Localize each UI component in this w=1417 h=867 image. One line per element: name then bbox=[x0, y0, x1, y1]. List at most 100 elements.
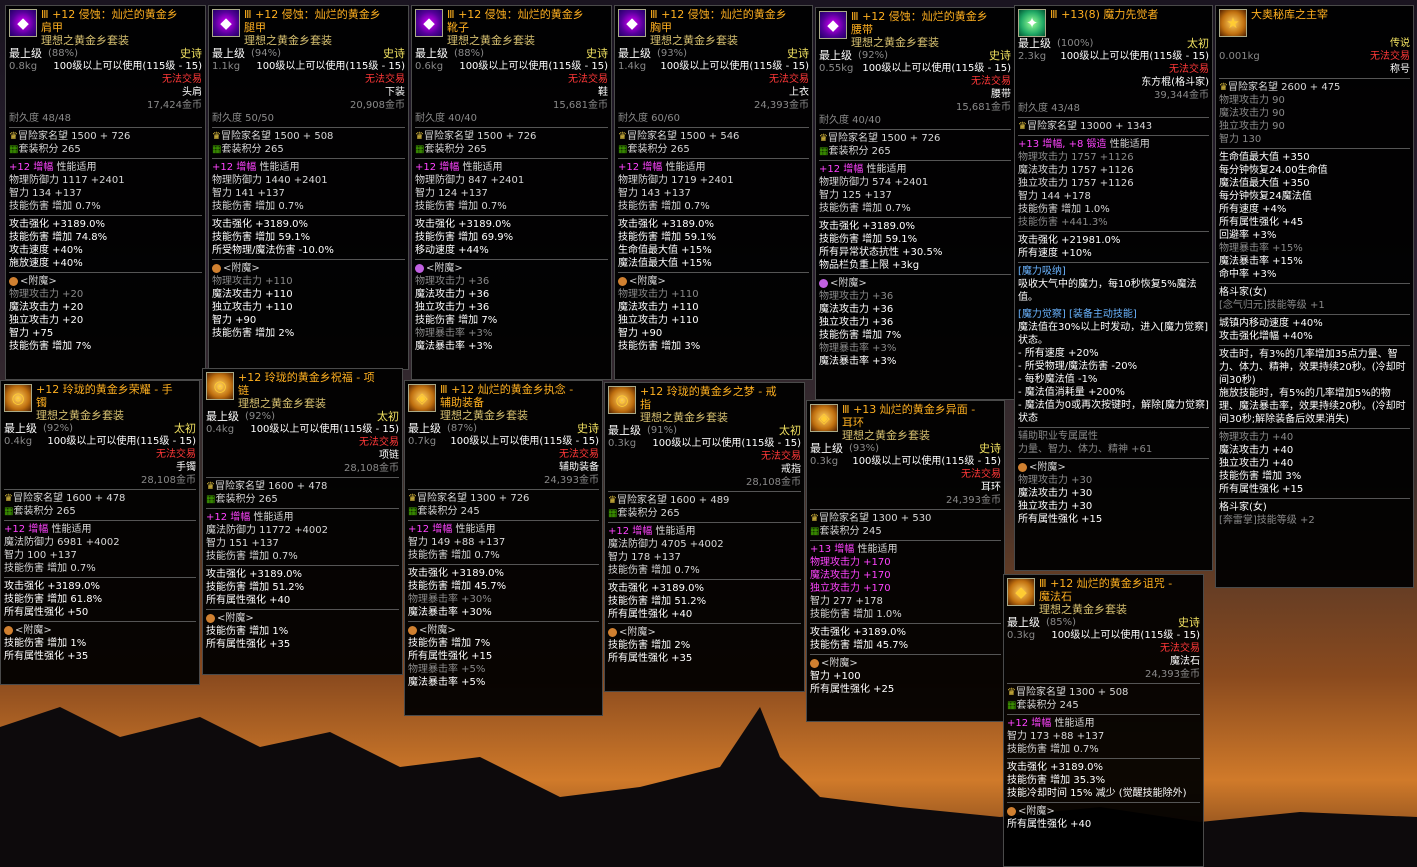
item-name-2: 肩甲 bbox=[41, 21, 63, 34]
stat: 智力 134 +137 bbox=[9, 188, 82, 199]
ench: 独立攻击力 +36 bbox=[415, 302, 490, 313]
slot: 戒指 bbox=[781, 464, 801, 475]
ench: 魔法攻击力 +40 bbox=[1219, 445, 1294, 456]
grade: 最上级 bbox=[1018, 37, 1051, 50]
ring-icon: ◎ bbox=[608, 386, 636, 414]
no-trade: 无法交易 bbox=[1160, 643, 1200, 654]
enchant-label: <附魔> bbox=[419, 625, 456, 636]
ench: 技能伤害 增加 7% bbox=[408, 638, 491, 649]
stat: 独立攻击力 1757 +1126 bbox=[1018, 178, 1134, 189]
stat: 攻击强化 +3189.0% bbox=[819, 221, 916, 232]
item-tooltip-legs[interactable]: ◆ Ⅲ +12 侵蚀：灿烂的黄金乡 腿甲 理想之黄金乡套装 最上级 (94%) 史诗 1… bbox=[208, 5, 409, 370]
grade: 最上级 bbox=[819, 49, 852, 62]
stat: 智力 277 +178 bbox=[810, 596, 883, 607]
fame: 冒险家名望 1500 + 726 bbox=[423, 131, 537, 142]
ench: 技能伤害 增加 2% bbox=[608, 640, 691, 651]
ench: 物理攻击力 +30 bbox=[1018, 475, 1093, 486]
no-trade: 无法交易 bbox=[568, 74, 608, 85]
ench: 独立攻击力 +40 bbox=[1219, 458, 1294, 469]
bracelet-icon: ◎ bbox=[4, 384, 32, 412]
amp: +12 增幅 bbox=[608, 526, 653, 537]
fame: 冒险家名望 1300 + 726 bbox=[416, 493, 530, 504]
fame: 冒险家名望 1600 + 478 bbox=[12, 493, 126, 504]
slot: 称号 bbox=[1390, 64, 1410, 75]
stat: 攻击强化 +3189.0% bbox=[206, 569, 303, 580]
stat: 攻击强化 +3189.0% bbox=[618, 219, 715, 230]
ench: 技能伤害 增加 7% bbox=[9, 341, 92, 352]
stat: 命中率 +3% bbox=[1219, 269, 1277, 280]
item-name: Ⅲ +12 侵蚀：灿烂的黄金乡 bbox=[41, 8, 178, 21]
item-tooltip-necklace[interactable]: ◎ +12 玲珑的黄金乡祝福 - 项链理想之黄金乡套装 最上级 (92%) 太初 0… bbox=[202, 368, 403, 675]
item-tooltip-magic-stone[interactable]: ◆ Ⅲ +12 灿烂的黄金乡诅咒 - 魔法石 理想之黄金乡套装 最上级 (85%) 史诗… bbox=[1003, 574, 1204, 867]
grade: 最上级 bbox=[206, 410, 239, 423]
sub-equip-icon: ◈ bbox=[408, 384, 436, 412]
weight: 0.4kg bbox=[206, 424, 235, 435]
crown-icon: ♛ bbox=[1219, 82, 1228, 93]
rarity: 传说 bbox=[1390, 38, 1410, 49]
slot: 腰带 bbox=[991, 89, 1011, 100]
rarity: 太初 bbox=[1187, 37, 1209, 50]
crown-icon: ♛ bbox=[206, 481, 215, 492]
item-name-2: 魔法石 bbox=[1039, 590, 1072, 603]
set-name: 理想之黄金乡套装 bbox=[244, 34, 332, 47]
no-trade: 无法交易 bbox=[365, 74, 405, 85]
amp: +12 增幅 bbox=[408, 524, 453, 535]
stat: 所有属性强化 +40 bbox=[206, 595, 291, 606]
earring-icon: ◈ bbox=[810, 404, 838, 432]
stat: 魔法防御力 11772 +4002 bbox=[206, 525, 328, 536]
stat: 物理防御力 1719 +2401 bbox=[618, 175, 734, 186]
job-skill: [奔雷掌]技能等级 +2 bbox=[1219, 515, 1315, 526]
stat: 城镇内移动速度 +40% bbox=[1219, 318, 1323, 329]
rarity: 史诗 bbox=[979, 442, 1001, 455]
no-trade: 无法交易 bbox=[961, 469, 1001, 480]
item-tooltip-boots[interactable]: ◆ Ⅲ +12 侵蚀：灿烂的黄金乡 靴子 理想之黄金乡套装 最上级 (88%) 史诗 0… bbox=[411, 5, 612, 380]
item-tooltip-bracelet[interactable]: ◎ +12 玲珑的黄金乡荣耀 - 手镯理想之黄金乡套装 最上级 (92%) 太初 0… bbox=[0, 380, 200, 685]
perf: 性能适用 bbox=[462, 162, 503, 173]
boots-icon: ◆ bbox=[415, 9, 443, 37]
set-points: 套装积分 265 bbox=[627, 144, 690, 155]
item-tooltip-sub-equipment[interactable]: ◈ Ⅲ +12 灿烂的黄金乡执念 - 辅助装备 理想之黄金乡套装 最上级 (87%) 史… bbox=[404, 380, 603, 716]
shoulder-icon: ◆ bbox=[9, 9, 37, 37]
ench: 智力 +90 bbox=[212, 315, 257, 326]
rarity: 太初 bbox=[174, 422, 196, 435]
item-tooltip-chest[interactable]: ◆ Ⅲ +12 侵蚀：灿烂的黄金乡 胸甲 理想之黄金乡套装 最上级 (93%) 史诗 1… bbox=[614, 5, 813, 380]
rarity: 史诗 bbox=[1178, 616, 1200, 629]
perf: 性能适用 bbox=[655, 526, 696, 537]
stat: 魔法防御力 4705 +4002 bbox=[608, 539, 724, 550]
rarity: 史诗 bbox=[383, 47, 405, 60]
item-name-2: 靴子 bbox=[447, 21, 469, 34]
grade: 最上级 bbox=[9, 47, 42, 60]
set-points: 套装积分 265 bbox=[18, 144, 81, 155]
item-tooltip-weapon[interactable]: ✦ Ⅲ +13(8) 魔力先觉者 最上级 (100%) 太初 2.3kg 100级以上… bbox=[1014, 5, 1213, 571]
set-name: 理想之黄金乡套装 bbox=[440, 409, 528, 422]
rarity: 史诗 bbox=[577, 422, 599, 435]
enchant-icon bbox=[212, 263, 221, 273]
durability: 耐久度 40/40 bbox=[819, 115, 881, 126]
item-tooltip-shoulder[interactable]: ◆ Ⅲ +12 侵蚀：灿烂的黄金乡 肩甲 理想之黄金乡套装 最上级 (88%) 史诗 0… bbox=[5, 5, 206, 380]
skill-name: [魔力觉察] [装备主动技能] bbox=[1018, 309, 1137, 320]
ench: 物理攻击力 +36 bbox=[819, 291, 894, 302]
item-name: Ⅲ +12 灿烂的黄金乡诅咒 - bbox=[1039, 577, 1173, 590]
item-tooltip-title[interactable]: ★ 大奥秘库之主宰 传说 0.001kg 无法交易 称号 ♛冒险家名望 2600 … bbox=[1215, 5, 1414, 588]
stat: 技能伤害 增加 0.7% bbox=[4, 563, 96, 574]
perf: 性能适用 bbox=[253, 512, 294, 523]
stat: 攻击强化 +3189.0% bbox=[608, 583, 705, 594]
item-tooltip-earring[interactable]: ◈ Ⅲ +13 灿烂的黄金乡异面 - 耳环 理想之黄金乡套装 最上级 (93%) 史诗 … bbox=[806, 400, 1005, 722]
stat: 施放速度 +40% bbox=[9, 258, 83, 269]
job: 格斗家(女) bbox=[1219, 287, 1267, 298]
ench: 所有属性强化 +35 bbox=[206, 639, 291, 650]
perf: 性能适用 bbox=[259, 162, 300, 173]
skill-desc: 魔法值在30%以上时发动，进入[魔力觉察]状态。 bbox=[1018, 322, 1209, 346]
weight: 0.7kg bbox=[408, 436, 437, 447]
ench: 独立攻击力 +30 bbox=[1018, 501, 1093, 512]
enchant-label: <附魔> bbox=[1018, 806, 1055, 817]
enchant-label: <附魔> bbox=[1029, 462, 1066, 473]
fame: 冒险家名望 1600 + 478 bbox=[214, 481, 328, 492]
item-name: Ⅲ +12 侵蚀：灿烂的黄金乡 bbox=[650, 8, 787, 21]
set-name: 理想之黄金乡套装 bbox=[447, 34, 535, 47]
item-name: Ⅲ +12 侵蚀：灿烂的黄金乡 bbox=[851, 10, 988, 23]
no-trade: 无法交易 bbox=[559, 449, 599, 460]
item-tooltip-belt[interactable]: ◆ Ⅲ +12 侵蚀：灿烂的黄金乡 腰带 理想之黄金乡套装 最上级 (92%) 史诗 0… bbox=[815, 7, 1015, 400]
item-tooltip-ring[interactable]: ◎ +12 玲珑的黄金乡之梦 - 戒指理想之黄金乡套装 最上级 (91%) 太初 0… bbox=[604, 382, 805, 692]
grade-pct: (93%) bbox=[849, 443, 880, 454]
